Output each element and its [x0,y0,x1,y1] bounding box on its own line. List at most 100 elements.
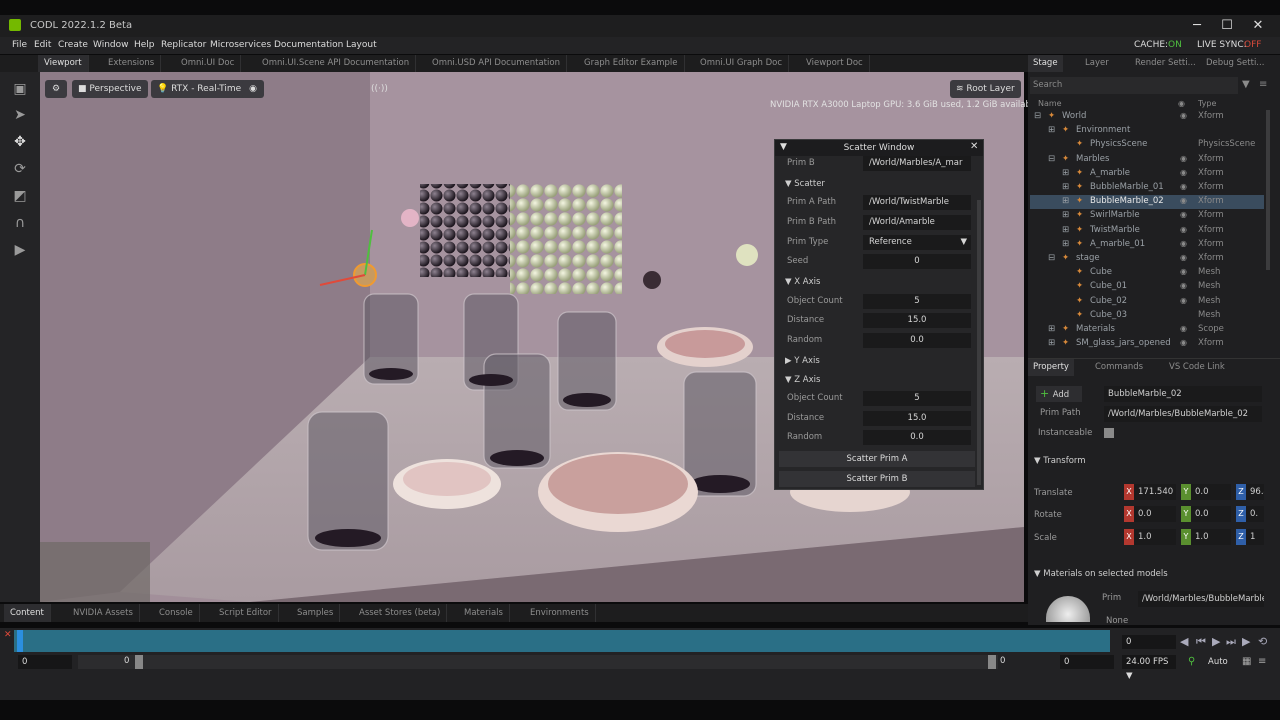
stage-tree-row[interactable]: ⊞ ✦ TwistMarble ◉ Xform [1030,224,1264,238]
prim-b-path-field[interactable]: /World/Amarble [863,215,971,230]
menu-help[interactable]: Help [134,40,155,50]
visibility-eye-icon[interactable]: ◉ [1180,253,1187,262]
snap-icon[interactable]: ▣ [11,80,29,98]
stage-tree-row[interactable]: ⊟ ✦ Marbles ◉ Xform [1030,153,1264,167]
stage-tree-row[interactable]: ⊞ ✦ SwirlMarble ◉ Xform [1030,209,1264,223]
tab-environments[interactable]: Environments [524,604,596,622]
scatter-section[interactable]: ▼ Scatter [785,179,825,189]
visibility-eye-icon[interactable]: ◉ [1180,281,1187,290]
visibility-eye-icon[interactable]: ◉ [1180,111,1187,120]
tab-graph-doc[interactable]: Omni.UI Graph Doc [694,55,790,72]
y-axis-section[interactable]: ▶ Y Axis [785,356,820,366]
range-end-handle[interactable] [988,655,996,669]
stage-tree-row[interactable]: ✦ Cube_02 ◉ Mesh [1030,295,1264,309]
select-arrow-icon[interactable]: ➤ [11,106,29,124]
filter-icon[interactable]: ▼ [1242,79,1250,90]
visibility-eye-icon[interactable]: ◉ [1180,267,1187,276]
x-random-field[interactable]: 0.0 [863,333,971,348]
play-icon[interactable]: ▶ [11,241,29,259]
tab-usd-api-doc[interactable]: Omni.USD API Documentation [426,55,567,72]
rotate-x-field[interactable]: 0.0 [1134,506,1176,522]
tab-viewport[interactable]: Viewport [38,55,89,72]
x-distance-field[interactable]: 15.0 [863,313,971,328]
range-start-handle[interactable] [135,655,143,669]
z-random-field[interactable]: 0.0 [863,430,971,445]
stage-tree-row[interactable]: ⊟ ✦ stage ◉ Xform [1030,252,1264,266]
rewind-icon[interactable]: ◀ [1180,635,1188,648]
expand-toggle-icon[interactable]: ⊞ [1062,182,1069,192]
fps-dropdown[interactable]: 24.00 FPS ▼ [1122,655,1176,681]
stage-tree-row[interactable]: ✦ Cube_03 Mesh [1030,309,1264,323]
tab-console[interactable]: Console [153,604,200,622]
tab-render-settings[interactable]: Render Setti... [1130,55,1201,72]
scatter-prim-a-button[interactable]: Scatter Prim A [779,451,975,467]
rotate-icon[interactable]: ⟳ [11,160,29,178]
scale-z-field[interactable]: 1 [1246,529,1264,545]
visibility-eye-icon[interactable]: ◉ [1180,154,1187,163]
rotate-y-field[interactable]: 0.0 [1191,506,1231,522]
tab-script-editor[interactable]: Script Editor [213,604,279,622]
audio-icon[interactable]: ((·)) [365,80,388,98]
materials-section[interactable]: ▼ Materials on selected models [1034,569,1168,579]
cache-status[interactable]: ON [1168,40,1182,50]
close-scatter-icon[interactable]: ✕ [970,141,978,152]
scatter-window-titlebar[interactable]: Scatter Window [775,140,983,156]
tab-graph-editor[interactable]: Graph Editor Example [578,55,685,72]
prim-a-path-field[interactable]: /World/TwistMarble [863,195,971,210]
seed-field[interactable]: 0 [863,254,971,269]
root-layer-button[interactable]: ≋ Root Layer [950,80,1021,98]
rotate-label[interactable]: Rotate [1034,510,1062,520]
key-icon[interactable]: ⚲ [1188,656,1195,667]
range-slider[interactable] [78,655,998,669]
prim-name-field[interactable]: BubbleMarble_02 [1104,386,1262,402]
scale-icon[interactable]: ◩ [11,187,29,205]
expand-toggle-icon[interactable]: ⊞ [1062,239,1069,249]
x-count-field[interactable]: 5 [863,294,971,309]
stage-tree-row[interactable]: ⊞ ✦ A_marble_01 ◉ Xform [1030,238,1264,252]
move-icon[interactable]: ✥ [11,133,29,151]
prev-frame-icon[interactable]: ⏮ [1196,635,1206,649]
menu-edit[interactable]: Edit [34,40,51,50]
close-timeline-icon[interactable]: ✕ [4,630,12,640]
tab-asset-stores[interactable]: Asset Stores (beta) [353,604,448,622]
tab-vscode-link[interactable]: VS Code Link [1164,359,1230,376]
forward-icon[interactable]: ▶ [1242,635,1250,648]
prim-b-field[interactable]: /World/Marbles/A_mar [863,156,971,171]
z-axis-section[interactable]: ▼ Z Axis [785,375,820,385]
tab-extensions[interactable]: Extensions [102,55,162,72]
scatter-prim-b-button[interactable]: Scatter Prim B [779,471,975,487]
column-type[interactable]: Type [1198,99,1216,108]
menu-microservices[interactable]: Microservices [210,40,271,50]
tab-omni-ui-doc[interactable]: Omni.UI Doc [175,55,242,72]
visibility-eye-icon[interactable]: ◉ [1180,168,1187,177]
camera-button[interactable]: ■ Perspective [72,80,148,98]
tab-stage[interactable]: Stage [1028,55,1063,72]
add-button[interactable]: + Add [1036,386,1082,402]
timeline-menu-icon[interactable]: ≡ [1258,656,1266,667]
minimize-button[interactable]: ─ [1182,17,1212,35]
renderer-button[interactable]: 💡 RTX - Real-Time [151,80,248,98]
auto-key-label[interactable]: Auto [1208,657,1228,667]
rotate-z-field[interactable]: 0. [1246,506,1264,522]
tab-property[interactable]: Property [1028,359,1074,376]
stage-tree-row[interactable]: ✦ Cube ◉ Mesh [1030,266,1264,280]
stage-search-input[interactable]: Search [1030,77,1238,94]
current-frame-field[interactable]: 0 [1122,635,1176,649]
stage-tree-row[interactable]: ⊟ ✦ World ◉ Xform [1030,110,1264,124]
timeline-track[interactable] [14,630,1110,652]
visibility-eye-icon[interactable]: ◉ [1180,196,1187,205]
expand-toggle-icon[interactable]: ⊞ [1062,225,1069,235]
x-axis-section[interactable]: ▼ X Axis [785,277,820,287]
menu-window[interactable]: Window [93,40,129,50]
prim-type-dropdown[interactable]: Reference ▼ [863,235,971,250]
expand-toggle-icon[interactable]: ⊟ [1034,111,1041,121]
stage-tree-row[interactable]: ⊞ ✦ A_marble ◉ Xform [1030,167,1264,181]
collapse-triangle-icon[interactable]: ▼ [780,142,787,152]
live-sync-status[interactable]: OFF [1244,40,1261,50]
prim-path-field[interactable]: /World/Marbles/BubbleMarble_02 [1104,406,1262,422]
expand-toggle-icon[interactable]: ⊞ [1048,324,1055,334]
stage-tree-row[interactable]: ⊞ ✦ Materials ◉ Scope [1030,323,1264,337]
instanceable-checkbox[interactable] [1104,428,1114,438]
tab-debug-settings[interactable]: Debug Setti... [1201,55,1269,72]
expand-toggle-icon[interactable]: ⊞ [1062,168,1069,178]
